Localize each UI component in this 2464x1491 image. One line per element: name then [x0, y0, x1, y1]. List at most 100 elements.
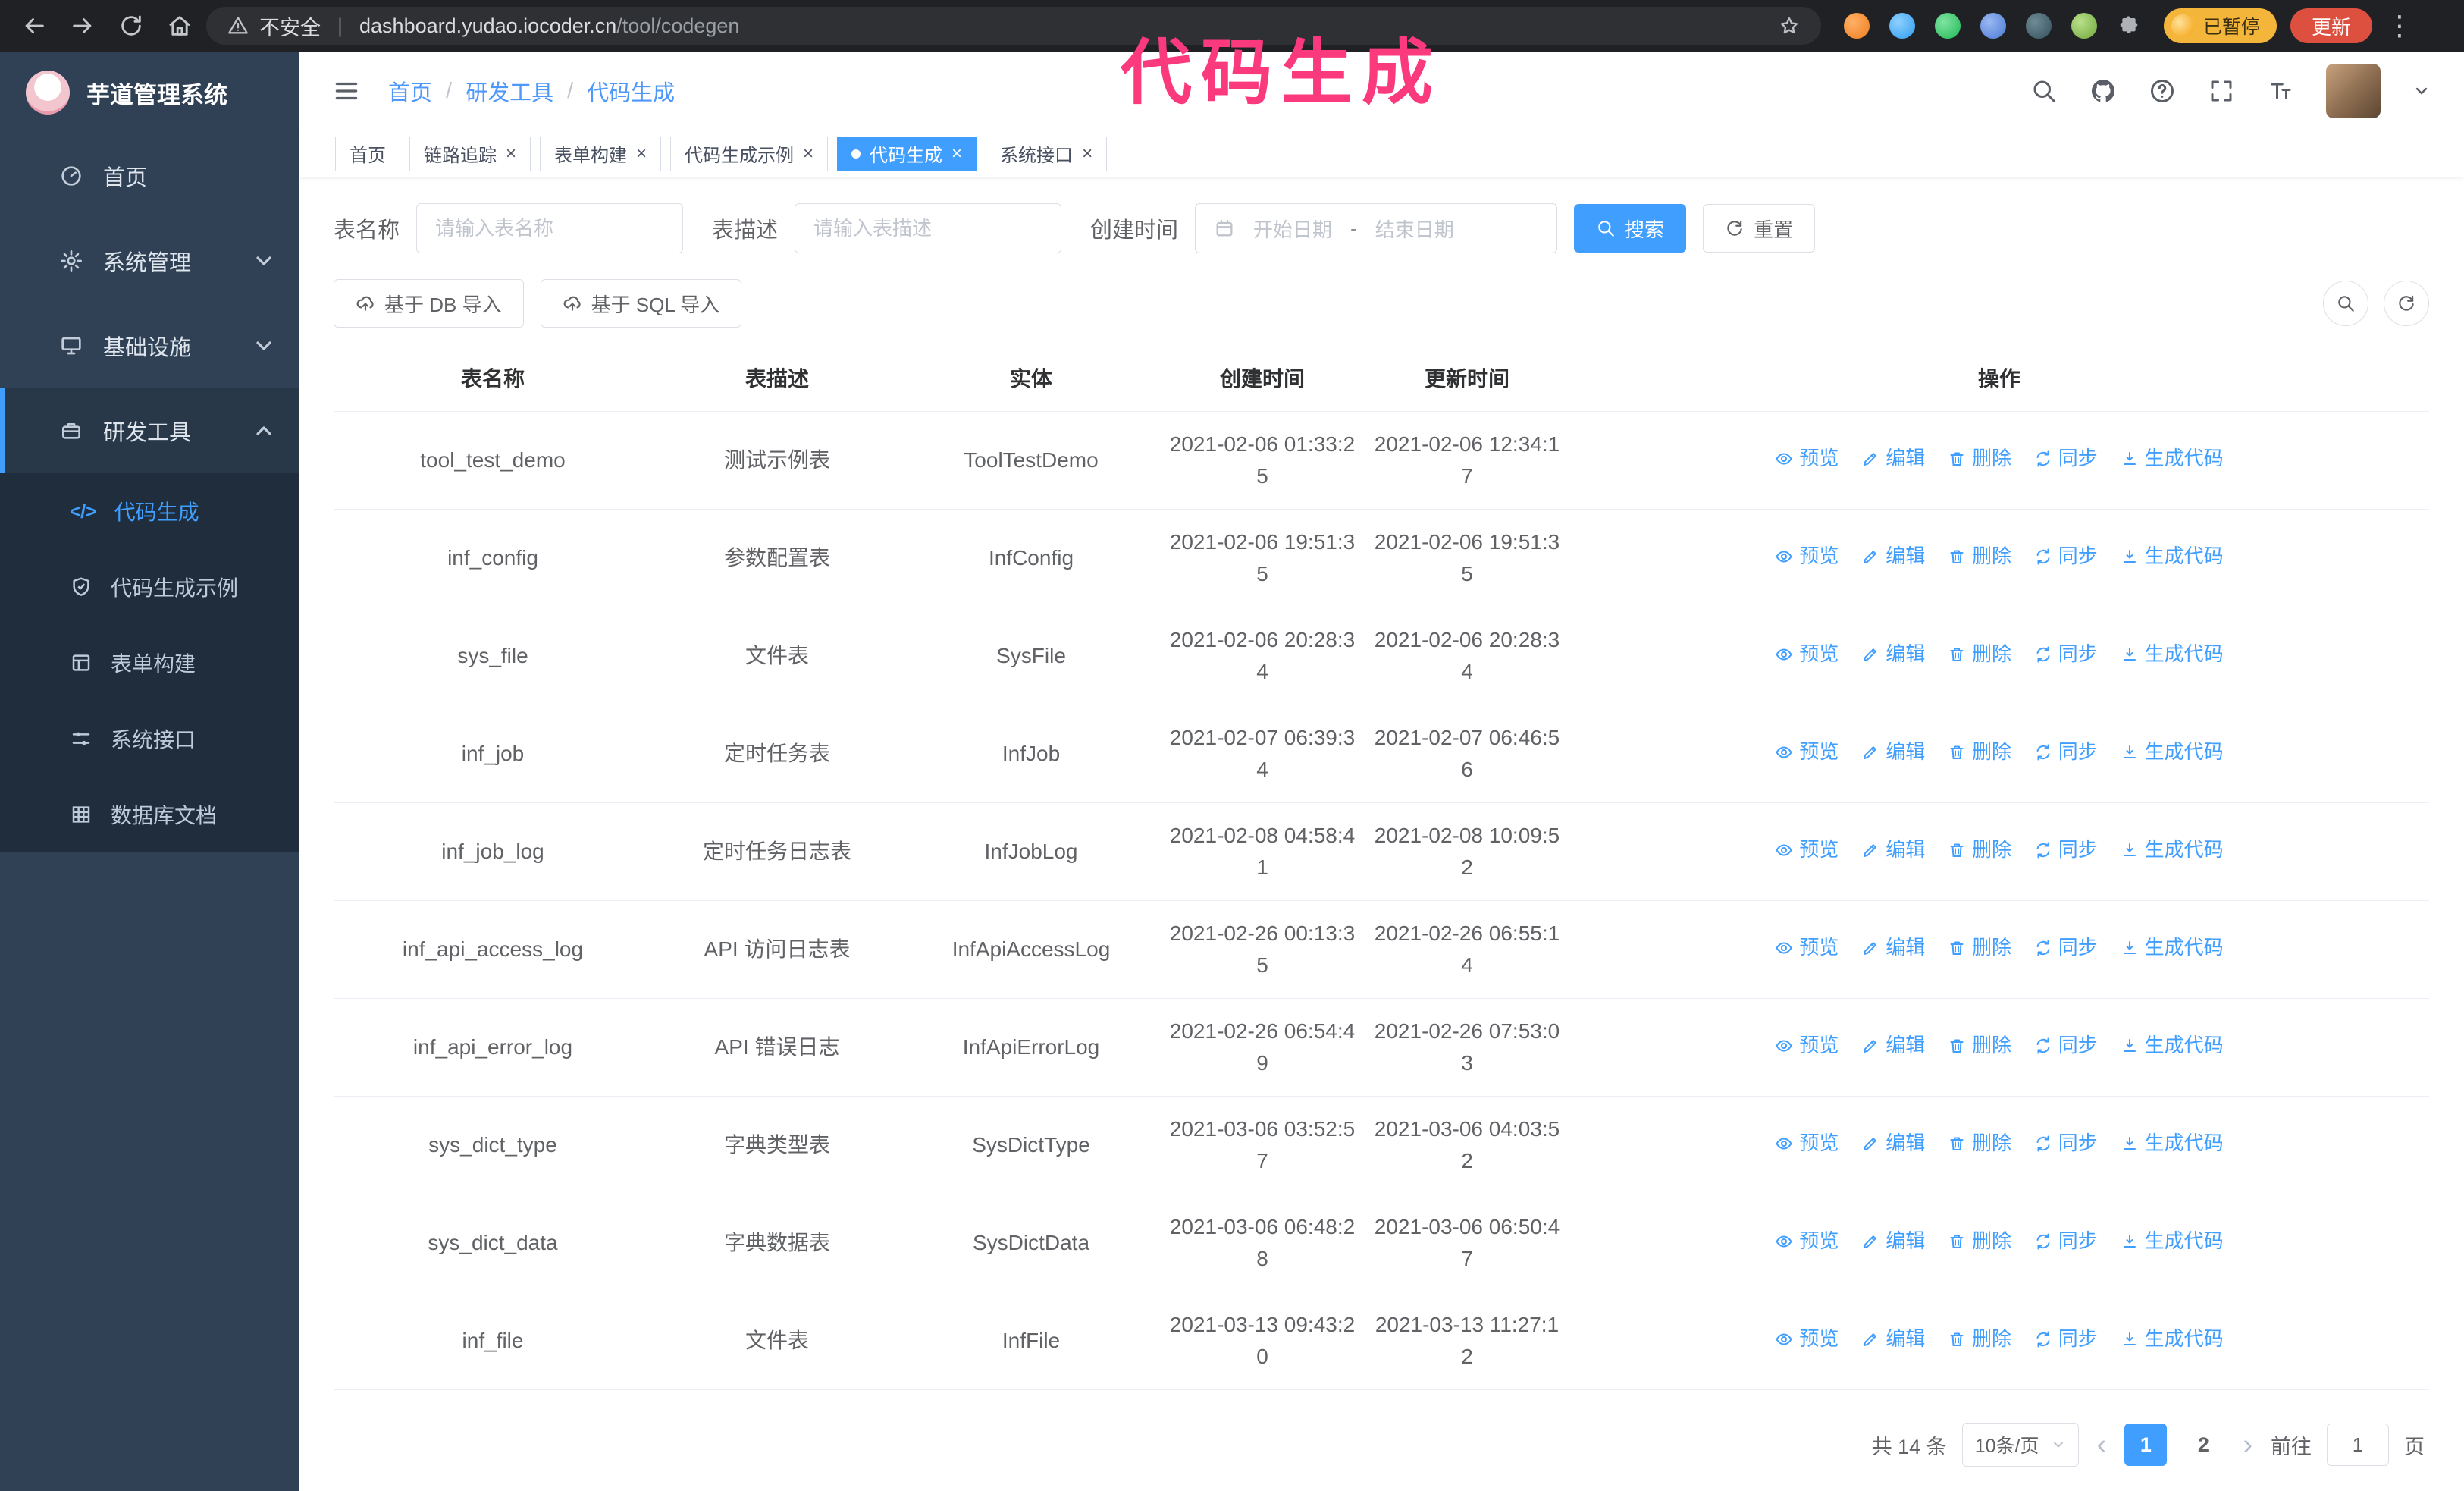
generate-code-link[interactable]: 生成代码 — [2121, 1031, 2224, 1060]
edit-link[interactable]: 编辑 — [1861, 737, 1925, 767]
delete-link[interactable]: 删除 — [1948, 835, 2011, 865]
close-icon[interactable] — [1082, 145, 1092, 163]
delete-link[interactable]: 删除 — [1948, 1324, 2011, 1354]
sidebar-item-devtools[interactable]: 研发工具 — [0, 388, 299, 473]
goto-page-input[interactable] — [2327, 1424, 2389, 1466]
generate-code-link[interactable]: 生成代码 — [2121, 444, 2224, 473]
reset-button[interactable]: 重置 — [1703, 204, 1816, 253]
sync-link[interactable]: 同步 — [2034, 835, 2098, 865]
page-button-2[interactable]: 2 — [2182, 1424, 2224, 1466]
sync-link[interactable]: 同步 — [2034, 541, 2098, 571]
table-desc-input[interactable] — [795, 203, 1062, 253]
edit-link[interactable]: 编辑 — [1861, 444, 1925, 473]
generate-code-link[interactable]: 生成代码 — [2121, 541, 2224, 571]
extensions-puzzle-icon[interactable] — [2117, 14, 2141, 38]
help-icon[interactable] — [2149, 77, 2176, 105]
import-db-button[interactable]: 基于 DB 导入 — [334, 279, 524, 328]
refresh-table-button[interactable] — [2384, 281, 2429, 326]
sync-link[interactable]: 同步 — [2034, 1324, 2098, 1354]
breadcrumb-home[interactable]: 首页 — [388, 75, 432, 107]
sidebar-item-system-api[interactable]: 系统接口 — [0, 701, 299, 777]
preview-link[interactable]: 预览 — [1775, 541, 1839, 571]
breadcrumb-devtools[interactable]: 研发工具 — [466, 75, 553, 107]
date-range-picker[interactable]: 开始日期 - 结束日期 — [1195, 203, 1558, 253]
edit-link[interactable]: 编辑 — [1861, 1226, 1925, 1256]
toggle-search-button[interactable] — [2323, 281, 2368, 326]
tab-codegen-example[interactable]: 代码生成示例 — [670, 136, 829, 171]
delete-link[interactable]: 删除 — [1948, 933, 2011, 962]
app-logo[interactable]: 芋道管理系统 — [0, 52, 299, 133]
generate-code-link[interactable]: 生成代码 — [2121, 639, 2224, 669]
tab-home[interactable]: 首页 — [335, 136, 400, 171]
close-icon[interactable] — [951, 145, 962, 163]
import-sql-button[interactable]: 基于 SQL 导入 — [540, 279, 742, 328]
delete-link[interactable]: 删除 — [1948, 737, 2011, 767]
extension-icon[interactable] — [1889, 13, 1915, 39]
generate-code-link[interactable]: 生成代码 — [2121, 1226, 2224, 1256]
delete-link[interactable]: 删除 — [1948, 541, 2011, 571]
fullscreen-icon[interactable] — [2208, 77, 2235, 105]
sidebar-item-codegen-example[interactable]: 代码生成示例 — [0, 549, 299, 625]
close-icon[interactable] — [803, 145, 813, 163]
tab-trace[interactable]: 链路追踪 — [409, 136, 531, 171]
sidebar-item-form-builder[interactable]: 表单构建 — [0, 625, 299, 701]
delete-link[interactable]: 删除 — [1948, 639, 2011, 669]
sidebar-item-db-doc[interactable]: 数据库文档 — [0, 777, 299, 852]
extension-icon[interactable] — [1980, 13, 2006, 39]
delete-link[interactable]: 删除 — [1948, 1226, 2011, 1256]
delete-link[interactable]: 删除 — [1948, 1128, 2011, 1158]
next-page-button[interactable]: › — [2240, 1430, 2256, 1459]
extension-icon[interactable] — [1844, 13, 1870, 39]
edit-link[interactable]: 编辑 — [1861, 1031, 1925, 1060]
close-icon[interactable] — [506, 145, 516, 163]
page-size-select[interactable]: 10条/页 — [1961, 1423, 2079, 1467]
github-icon[interactable] — [2089, 77, 2117, 105]
extension-icon[interactable] — [1935, 13, 1961, 39]
paused-extension-badge[interactable]: 已暂停 — [2164, 8, 2277, 43]
generate-code-link[interactable]: 生成代码 — [2121, 1128, 2224, 1158]
sync-link[interactable]: 同步 — [2034, 639, 2098, 669]
sync-link[interactable]: 同步 — [2034, 444, 2098, 473]
sidebar-item-system[interactable]: 系统管理 — [0, 218, 299, 303]
address-bar[interactable]: 不安全 | dashboard.yudao.iocoder.cn/tool/co… — [206, 7, 1821, 45]
edit-link[interactable]: 编辑 — [1861, 1324, 1925, 1354]
preview-link[interactable]: 预览 — [1775, 1324, 1839, 1354]
edit-link[interactable]: 编辑 — [1861, 933, 1925, 962]
generate-code-link[interactable]: 生成代码 — [2121, 1324, 2224, 1354]
close-icon[interactable] — [636, 145, 647, 163]
sync-link[interactable]: 同步 — [2034, 1031, 2098, 1060]
hamburger-icon[interactable] — [332, 77, 361, 105]
delete-link[interactable]: 删除 — [1948, 444, 2011, 473]
tab-system-api[interactable]: 系统接口 — [986, 136, 1108, 171]
search-button[interactable]: 搜索 — [1574, 204, 1687, 253]
forward-icon[interactable] — [70, 13, 96, 39]
sync-link[interactable]: 同步 — [2034, 737, 2098, 767]
edit-link[interactable]: 编辑 — [1861, 541, 1925, 571]
edit-link[interactable]: 编辑 — [1861, 1128, 1925, 1158]
preview-link[interactable]: 预览 — [1775, 835, 1839, 865]
back-icon[interactable] — [21, 13, 47, 39]
edit-link[interactable]: 编辑 — [1861, 835, 1925, 865]
search-icon[interactable] — [2030, 77, 2058, 105]
sidebar-item-home[interactable]: 首页 — [0, 133, 299, 218]
generate-code-link[interactable]: 生成代码 — [2121, 737, 2224, 767]
preview-link[interactable]: 预览 — [1775, 737, 1839, 767]
browser-menu-icon[interactable] — [2386, 10, 2403, 42]
bookmark-star-icon[interactable] — [1779, 15, 1800, 36]
delete-link[interactable]: 删除 — [1948, 1031, 2011, 1060]
preview-link[interactable]: 预览 — [1775, 1031, 1839, 1060]
avatar[interactable] — [2326, 64, 2381, 118]
reload-icon[interactable] — [118, 13, 144, 39]
sync-link[interactable]: 同步 — [2034, 1128, 2098, 1158]
sidebar-item-infra[interactable]: 基础设施 — [0, 303, 299, 388]
preview-link[interactable]: 预览 — [1775, 639, 1839, 669]
preview-link[interactable]: 预览 — [1775, 1226, 1839, 1256]
tab-codegen[interactable]: 代码生成 — [837, 136, 977, 171]
generate-code-link[interactable]: 生成代码 — [2121, 933, 2224, 962]
preview-link[interactable]: 预览 — [1775, 1128, 1839, 1158]
table-name-input[interactable] — [416, 203, 684, 253]
generate-code-link[interactable]: 生成代码 — [2121, 835, 2224, 865]
sync-link[interactable]: 同步 — [2034, 1226, 2098, 1256]
home-icon[interactable] — [167, 13, 193, 39]
page-button-1[interactable]: 1 — [2124, 1424, 2168, 1466]
